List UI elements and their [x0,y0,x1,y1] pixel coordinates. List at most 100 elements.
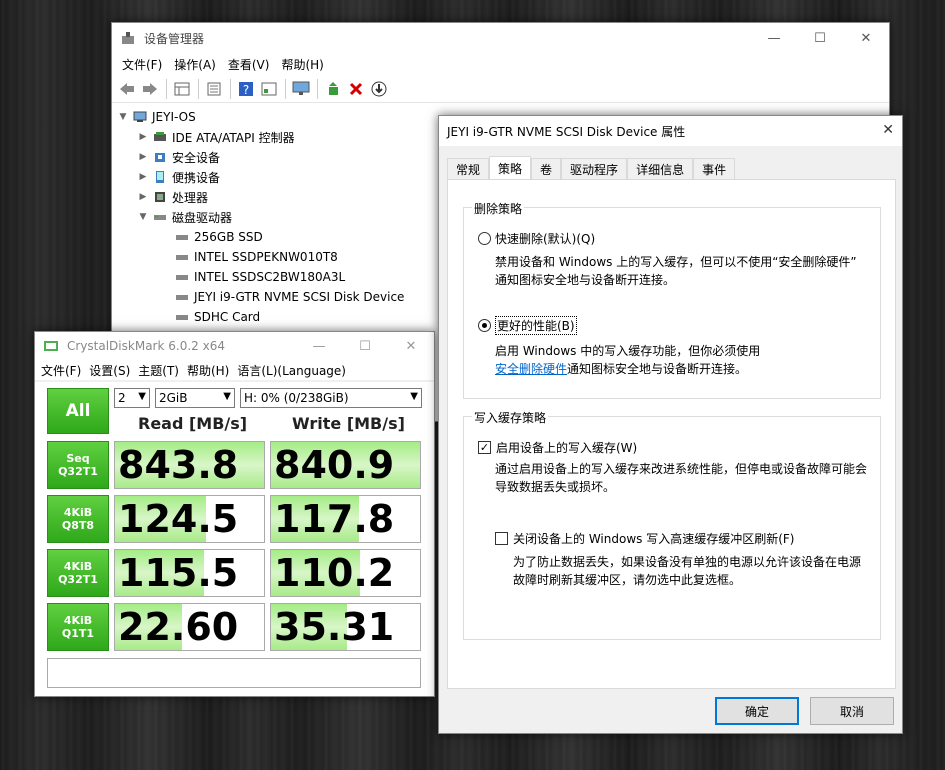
drive-select[interactable]: H: 0% (0/238GiB) ▼ [240,388,422,408]
checkbox-unchecked[interactable] [495,532,508,545]
chevron-down-icon: ▼ [138,391,146,402]
close-button[interactable]: ✕ [388,332,434,360]
maximize-button[interactable]: ☐ [342,332,388,360]
removal-policy-group: 删除策略 快速删除(默认)(Q) 禁用设备和 Windows 上的写入缓存，但可… [463,200,881,399]
minimize-button[interactable]: — [296,332,342,360]
quick-removal-radio[interactable]: 快速删除(默认)(Q) [478,230,595,247]
device-view-icon[interactable] [258,78,280,100]
read-result-value: 843.8 [118,443,239,487]
chevron-down-icon[interactable]: ▼ [116,112,130,122]
quick-removal-desc-line2: 通知图标安全地与设备断开连接。 [495,273,676,287]
run-all-button[interactable]: All [47,388,109,434]
crystaldiskmark-window: CrystalDiskMark 6.0.2 x64 — ☐ ✕ 文件(F) 设置… [34,331,435,697]
ok-button[interactable]: 确定 [715,697,799,725]
back-arrow-icon[interactable] [116,78,138,100]
quick-removal-description: 禁用设备和 Windows 上的写入缓存，但可以不使用“安全删除硬件” 通知图标… [495,253,857,289]
write-result-value: 110.2 [274,551,395,595]
menu-view[interactable]: 查看(V) [222,56,276,73]
toolbar-separator [230,78,231,99]
write-result-cell: 35.31 [270,603,421,651]
monitor-icon[interactable] [290,78,312,100]
chevron-right-icon[interactable]: ▶ [136,132,150,142]
device-manager-toolbar: ? [112,75,889,103]
test-count-value: 2 [118,391,126,405]
chevron-down-icon[interactable]: ▼ [136,212,150,222]
menu-help[interactable]: 帮助(H) [275,56,329,73]
properties-grid-icon[interactable] [171,78,193,100]
list-view-icon[interactable] [203,78,225,100]
disk-drive-icon [176,255,188,260]
menu-file[interactable]: 文件(F) [37,362,85,379]
write-result-value: 840.9 [274,443,395,487]
menu-help[interactable]: 帮助(H) [183,362,233,379]
quick-removal-label: 快速删除(默认)(Q) [495,232,596,246]
write-cache-policy-group: 写入缓存策略 ✓ 启用设备上的写入缓存(W) 通过启用设备上的写入缓存来改进系统… [463,409,881,640]
better-perf-desc-rest: 通知图标安全地与设备断开连接。 [567,362,748,376]
comment-field[interactable] [47,658,421,688]
chevron-right-icon[interactable]: ▶ [136,192,150,202]
test-button-4kib-q1t1[interactable]: 4KiB Q1T1 [47,603,109,651]
menu-file[interactable]: 文件(F) [116,56,168,73]
tree-disk-label: JEYI i9-GTR NVME SCSI Disk Device [194,290,405,304]
read-result-cell: 124.5 [114,495,265,543]
tab-details[interactable]: 详细信息 [627,158,694,180]
enable-write-cache-checkbox[interactable]: ✓ 启用设备上的写入缓存(W) [478,439,637,456]
tab-events[interactable]: 事件 [693,158,736,180]
tab-policies[interactable]: 策略 [489,156,532,180]
safely-remove-hardware-link[interactable]: 安全删除硬件 [495,362,567,376]
tree-disk-label: 256GB SSD [194,230,263,244]
read-result-cell: 22.60 [114,603,265,651]
close-icon[interactable]: ✕ [882,122,894,138]
menu-theme[interactable]: 主题(T) [134,362,183,379]
tab-volumes[interactable]: 卷 [531,158,562,180]
security-device-icon [155,153,165,162]
tab-driver[interactable]: 驱动程序 [561,158,628,180]
processor-icon [155,192,165,202]
test-button-4kib-q32t1[interactable]: 4KiB Q32T1 [47,549,109,597]
chevron-right-icon[interactable]: ▶ [136,172,150,182]
download-circle-icon[interactable] [368,78,390,100]
test-count-select[interactable]: 2 ▼ [114,388,150,408]
chevron-down-icon: ▼ [410,391,418,402]
ide-controller-icon [154,132,166,141]
disk-drive-icon [176,315,188,320]
toolbar-separator [166,78,167,99]
write-cache-policy-title: 写入缓存策略 [472,409,549,426]
crystaldiskmark-title: CrystalDiskMark 6.0.2 x64 [67,339,225,353]
menu-language[interactable]: 语言(L)(Language) [233,362,350,379]
write-result-value: 117.8 [274,497,395,541]
maximize-button[interactable]: ☐ [797,23,843,53]
radio-button-off[interactable] [478,232,491,245]
update-driver-icon[interactable] [322,78,344,100]
better-performance-radio[interactable]: 更好的性能(B) [478,316,577,335]
test-button-4kib-q8t8[interactable]: 4KiB Q8T8 [47,495,109,543]
cancel-button[interactable]: 取消 [810,697,894,725]
radio-button-on[interactable] [478,319,491,332]
help-icon[interactable]: ? [235,78,257,100]
disk-properties-dialog: JEYI i9-GTR NVME SCSI Disk Device 属性 ✕ 常… [438,115,903,734]
menu-action[interactable]: 操作(A) [168,56,222,73]
chevron-down-icon: ▼ [223,391,231,402]
properties-titlebar[interactable]: JEYI i9-GTR NVME SCSI Disk Device 属性 ✕ [439,116,902,146]
properties-tabs: 常规 策略 卷 驱动程序 详细信息 事件 [447,156,736,180]
menu-settings[interactable]: 设置(S) [85,362,134,379]
forward-arrow-icon[interactable] [139,78,161,100]
test-button-seq-q32t1[interactable]: Seq Q32T1 [47,441,109,489]
turn-off-flushing-checkbox[interactable]: 关闭设备上的 Windows 写入高速缓存缓冲区刷新(F) [495,530,794,547]
test-label-line2: Q1T1 [61,627,95,640]
close-button[interactable]: ✕ [843,23,889,53]
disk-drive-icon [154,215,166,220]
test-size-select[interactable]: 2GiB ▼ [155,388,235,408]
device-manager-titlebar[interactable]: 设备管理器 — ☐ ✕ [112,23,889,53]
tab-general[interactable]: 常规 [447,158,490,180]
write-result-cell: 840.9 [270,441,421,489]
quick-removal-desc-line1: 禁用设备和 Windows 上的写入缓存，但可以不使用“安全删除硬件” [495,255,857,269]
crystaldiskmark-titlebar[interactable]: CrystalDiskMark 6.0.2 x64 — ☐ ✕ [35,332,434,360]
better-perf-desc-line1: 启用 Windows 中的写入缓存功能，但你必须使用 [495,344,761,358]
read-result-value: 115.5 [118,551,239,595]
chevron-right-icon[interactable]: ▶ [136,152,150,162]
read-result-value: 124.5 [118,497,239,541]
uninstall-icon[interactable] [345,78,367,100]
minimize-button[interactable]: — [751,23,797,53]
checkbox-checked[interactable]: ✓ [478,441,491,454]
